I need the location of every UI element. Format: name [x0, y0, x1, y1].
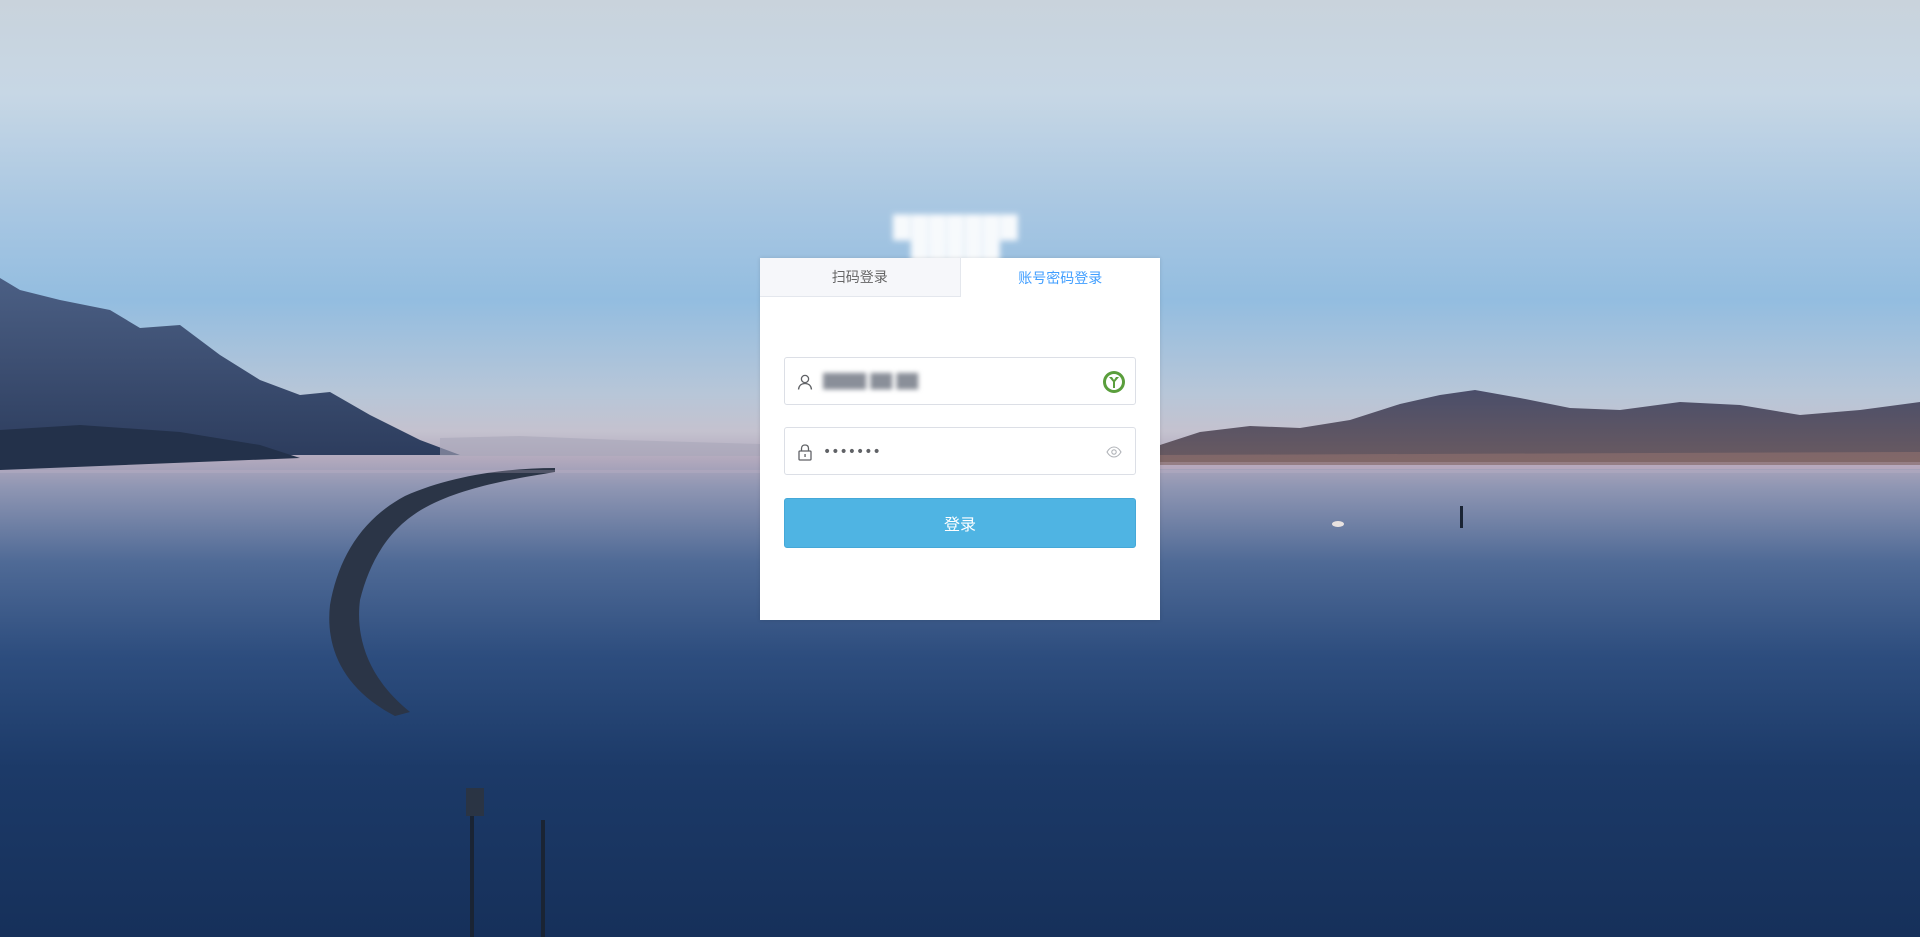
- user-icon: [793, 370, 817, 394]
- login-button[interactable]: 登录: [784, 498, 1136, 548]
- tab-password-login[interactable]: 账号密码登录: [960, 258, 1160, 297]
- tab-qr-login[interactable]: 扫码登录: [760, 258, 961, 297]
- password-input[interactable]: [821, 428, 1095, 476]
- password-field[interactable]: [784, 427, 1136, 476]
- lock-icon: [793, 440, 817, 464]
- login-card: 扫码登录 账号密码登录 ████ ██ ██ ••••••• 登录: [760, 258, 1160, 620]
- username-field[interactable]: [784, 357, 1136, 406]
- username-input[interactable]: [821, 358, 1095, 406]
- eye-icon[interactable]: [1101, 439, 1127, 465]
- login-tabs: 扫码登录 账号密码登录: [760, 258, 1160, 297]
- password-manager-icon[interactable]: [1101, 369, 1127, 395]
- site-title: ███████ █████: [893, 216, 1019, 266]
